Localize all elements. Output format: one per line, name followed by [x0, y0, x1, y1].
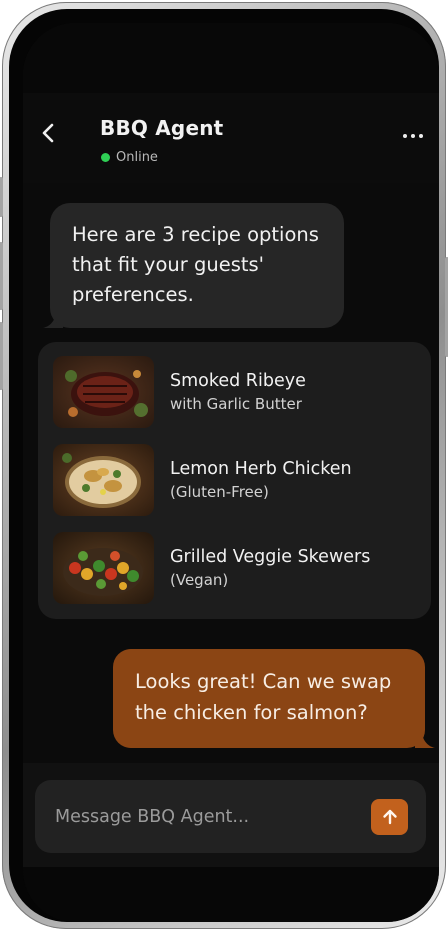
phone-bezel: BBQ Agent Online Here are 3 recipe optio… — [9, 9, 439, 922]
side-button — [0, 322, 3, 390]
veggie-skewers-image — [53, 532, 154, 604]
chat-screen: BBQ Agent Online Here are 3 recipe optio… — [23, 23, 439, 922]
dot — [419, 134, 423, 138]
message-composer — [35, 780, 426, 853]
message-input[interactable] — [53, 802, 353, 832]
recipe-title: Grilled Veggie Skewers — [170, 547, 371, 567]
recipe-item[interactable]: Smoked Ribeye with Garlic Butter — [53, 356, 306, 428]
status-bar-area — [23, 23, 439, 93]
online-dot-icon — [101, 153, 110, 162]
recipe-text: Smoked Ribeye with Garlic Butter — [170, 369, 306, 415]
recipe-options-card: Smoked Ribeye with Garlic Butter Lemon H… — [38, 342, 431, 619]
send-button[interactable] — [371, 799, 408, 835]
user-bubble-tail — [415, 728, 435, 748]
recipe-subtitle: with Garlic Butter — [170, 395, 302, 413]
status-indicator: Online — [101, 150, 158, 165]
status-text: Online — [116, 150, 158, 165]
side-button — [0, 242, 3, 310]
dot — [403, 134, 407, 138]
agent-name: BBQ Agent — [100, 116, 224, 140]
recipe-subtitle: (Gluten-Free) — [170, 483, 269, 501]
user-message-bubble: Looks great! Can we swap the chicken for… — [113, 649, 425, 748]
home-indicator-area — [23, 867, 439, 922]
agent-message-bubble: Here are 3 recipe options that fit your … — [50, 203, 344, 328]
recipe-title: Lemon Herb Chicken — [170, 459, 352, 479]
arrow-up-icon — [382, 809, 397, 825]
recipe-item[interactable]: Grilled Veggie Skewers (Vegan) — [53, 532, 370, 604]
side-button — [0, 177, 3, 217]
recipe-text: Lemon Herb Chicken (Gluten-Free) — [170, 457, 352, 503]
chat-header — [23, 93, 439, 183]
dot — [411, 134, 415, 138]
phone-frame: BBQ Agent Online Here are 3 recipe optio… — [0, 2, 448, 929]
recipe-subtitle: (Vegan) — [170, 571, 229, 589]
chicken-image — [53, 444, 154, 516]
recipe-title: Smoked Ribeye — [170, 371, 306, 391]
recipe-text: Grilled Veggie Skewers (Vegan) — [170, 545, 370, 591]
chevron-left-icon[interactable] — [37, 121, 61, 145]
recipe-item[interactable]: Lemon Herb Chicken (Gluten-Free) — [53, 444, 352, 516]
more-horizontal-icon[interactable] — [403, 134, 423, 138]
ribeye-image — [53, 356, 154, 428]
